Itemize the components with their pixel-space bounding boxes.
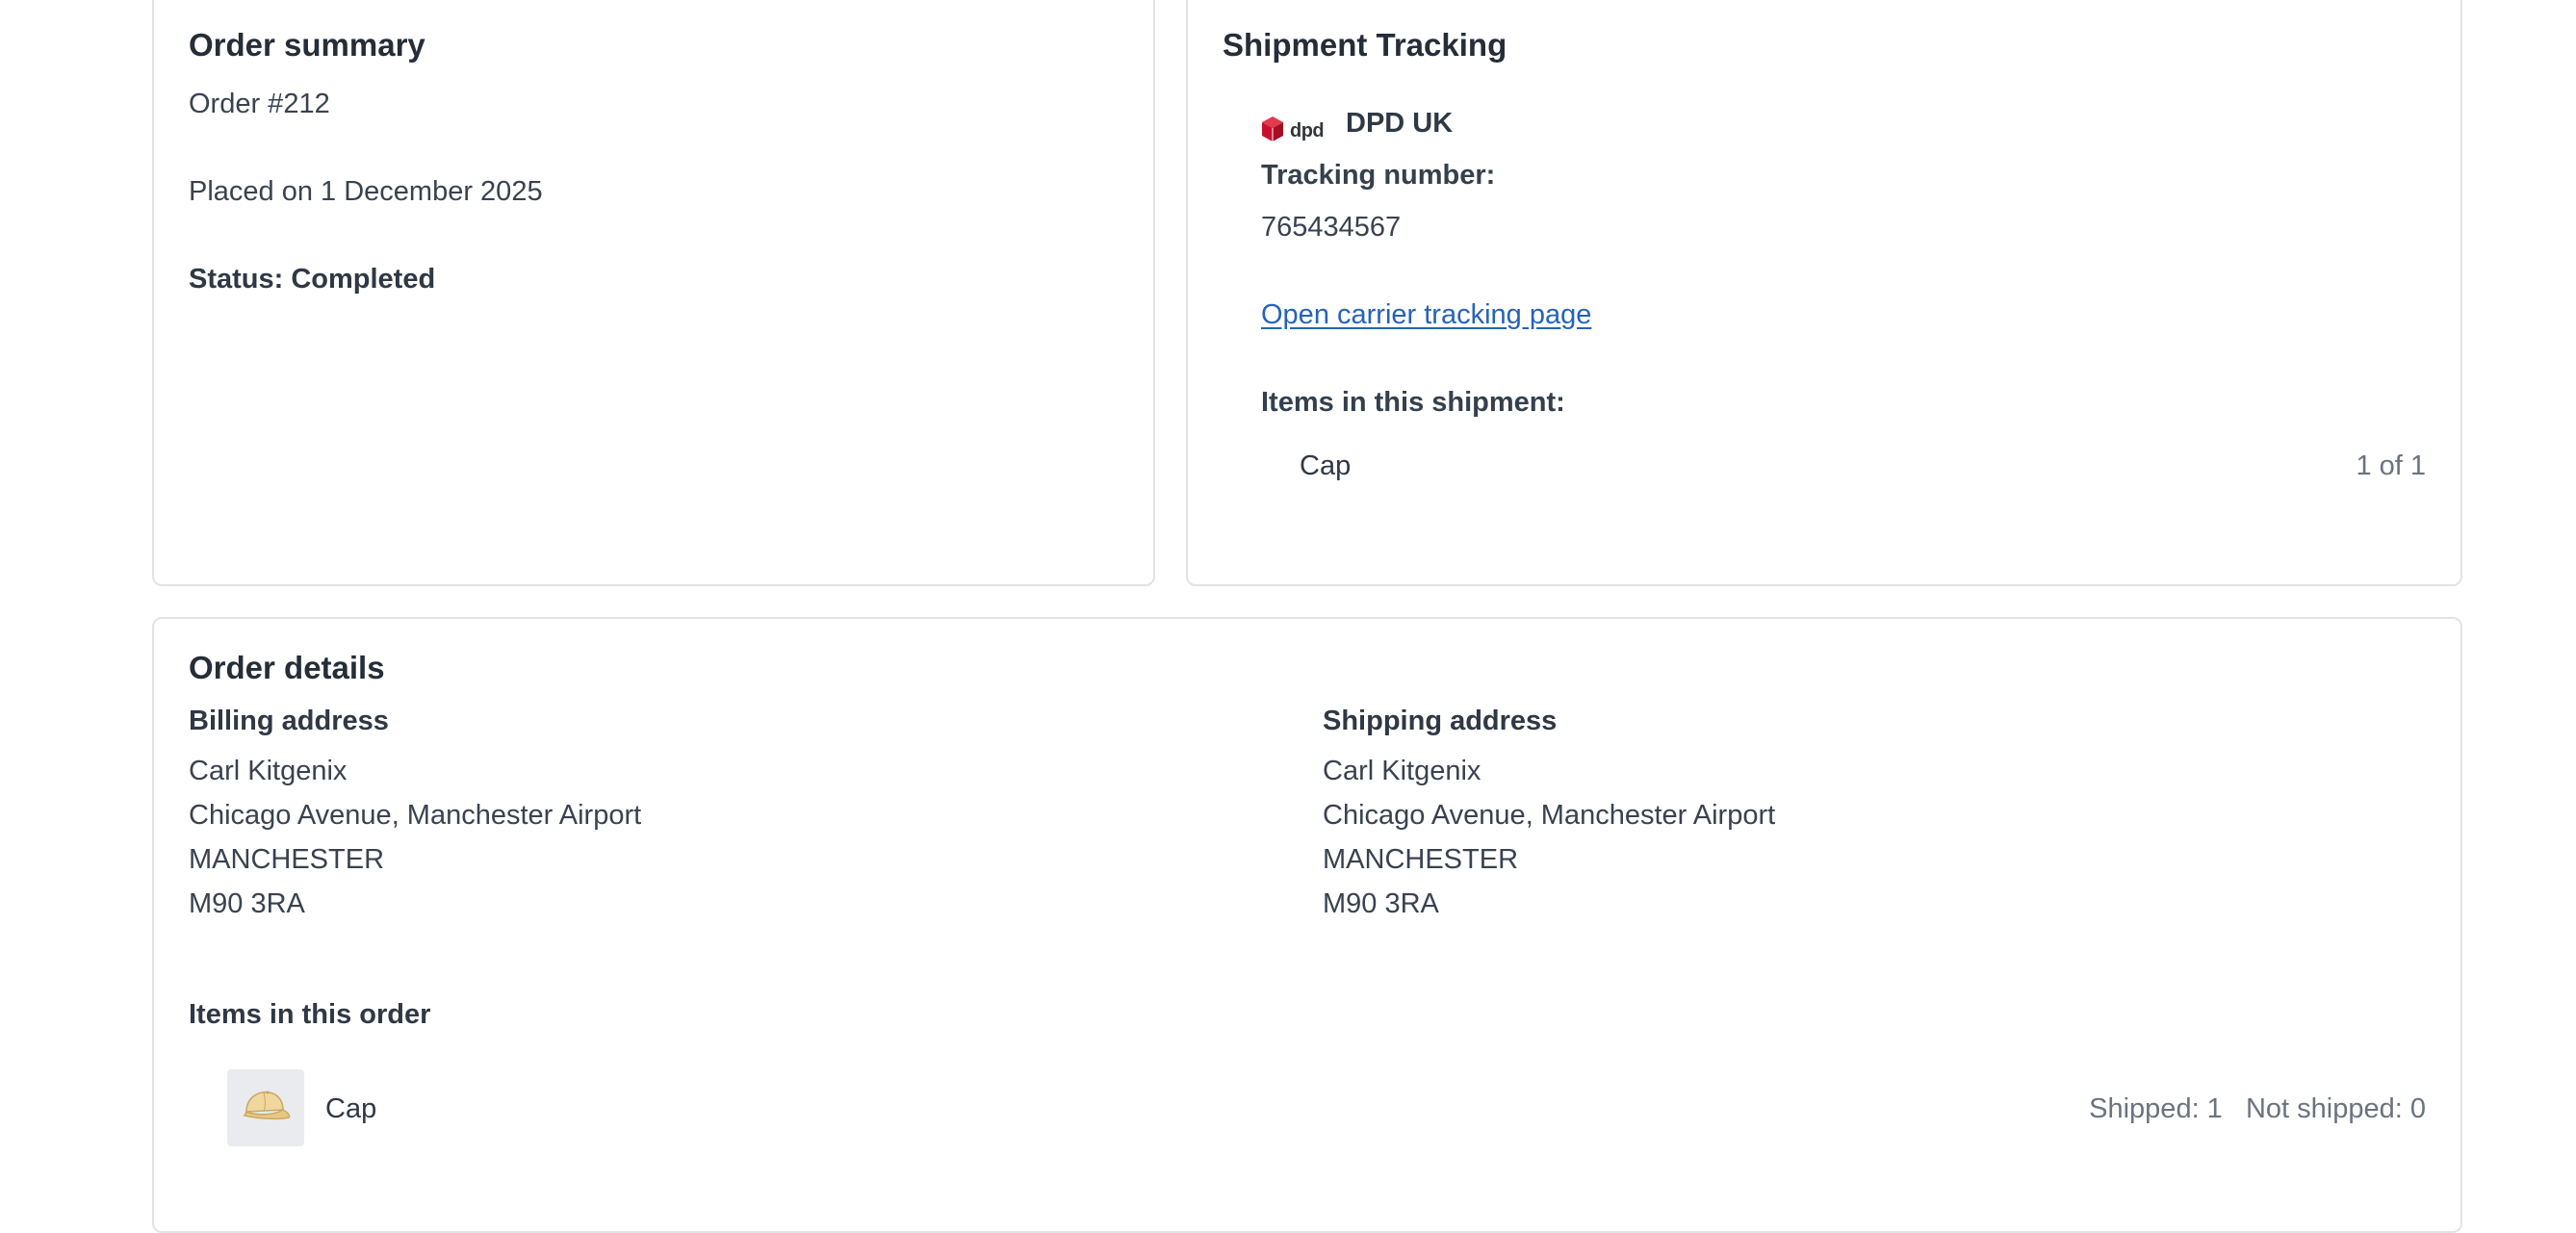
cap-icon <box>239 1087 293 1130</box>
order-number: Order #212 <box>189 89 330 119</box>
shipping-name: Carl Kitgenix <box>1323 756 1481 786</box>
order-summary-card: Order summary Order #212 Placed on 1 Dec… <box>152 0 1155 586</box>
order-item-name: Cap <box>325 1093 377 1124</box>
placed-on-date: Placed on 1 December 2025 <box>189 176 543 207</box>
billing-name: Carl Kitgenix <box>189 756 348 786</box>
shipped-count: Shipped: 1 <box>2089 1093 2223 1124</box>
not-shipped-count: Not shipped: 0 <box>2245 1093 2426 1124</box>
order-details-card: Order details Billing address Carl Kitge… <box>152 617 2462 1233</box>
shipment-item-count: 1 of 1 <box>2356 450 2426 481</box>
shipping-street: Chicago Avenue, Manchester Airport <box>1323 800 1776 831</box>
carrier-tracking-link[interactable]: Open carrier tracking page <box>1261 299 1591 331</box>
shipment-tracking-title: Shipment Tracking <box>1223 27 1507 63</box>
carrier-name: DPD UK <box>1346 108 1454 139</box>
shipping-city: MANCHESTER <box>1323 844 1519 875</box>
order-items-label: Items in this order <box>189 999 431 1030</box>
shipping-postcode: M90 3RA <box>1323 888 1439 919</box>
shipping-address-label: Shipping address <box>1323 706 1558 736</box>
carrier-logo: dpd <box>1261 116 1325 147</box>
shipment-item-name: Cap <box>1300 450 1352 481</box>
carrier-logo-text: dpd <box>1290 120 1325 141</box>
order-details-title: Order details <box>189 650 385 685</box>
shipment-items-label: Items in this shipment: <box>1261 387 1565 418</box>
order-status: Status: Completed <box>189 264 436 295</box>
billing-address-label: Billing address <box>189 706 389 736</box>
order-summary-title: Order summary <box>189 27 425 63</box>
billing-postcode: M90 3RA <box>189 888 305 919</box>
item-thumbnail <box>227 1069 304 1146</box>
tracking-number: 765434567 <box>1261 212 1402 243</box>
order-item-shipment-status: Shipped: 1 Not shipped: 0 <box>2089 1093 2426 1125</box>
dpd-cube-icon <box>1261 116 1284 147</box>
billing-city: MANCHESTER <box>189 844 385 875</box>
tracking-number-label: Tracking number: <box>1261 160 1496 191</box>
billing-street: Chicago Avenue, Manchester Airport <box>189 800 642 831</box>
shipment-tracking-card: Shipment Tracking dpd DPD UK Tracking nu… <box>1186 0 2462 586</box>
